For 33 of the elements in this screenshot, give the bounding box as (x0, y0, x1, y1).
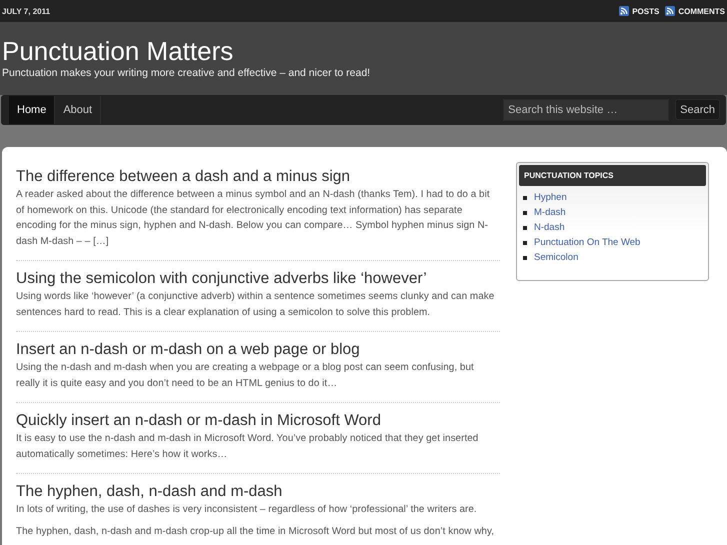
topic-link[interactable]: Punctuation On The Web (534, 237, 640, 248)
date-label: JULY 7, 2011 (2, 6, 50, 16)
rss-icon (619, 6, 630, 16)
post-excerpt: The hyphen, dash, n-dash and m-dash crop-up all the time in Microsoft Word but most of us don’t know why, (16, 524, 496, 538)
search-field[interactable]: Search this website … (503, 99, 670, 121)
bullet-icon (523, 226, 527, 230)
topic-link[interactable]: Hyphen (534, 192, 567, 203)
post-excerpt: A reader asked about the difference between a minus symbol and an N-dash (thanks Tem). I had to do a bit of homework on this. Unicode (the standard for electronically encoding text information) has separate encoding for the minus sign, hyphen and N-dash. Below you can compare… Symbol hyphen minus sign N-dash M-dash – – […] (16, 188, 491, 248)
post-excerpt: In lots of writing, the use of dashes is very inconsistent – regardless of how ‘professional’ the writers are. (16, 503, 478, 517)
site-tagline: Punctuation makes your writing more creative and effective – and nicer to read! (2, 66, 372, 80)
topic-link[interactable]: N-dash (534, 222, 565, 233)
nav-tab[interactable]: About (55, 96, 102, 124)
nav-tab[interactable]: Home (9, 96, 56, 124)
post-excerpt: It is easy to use the n-dash and m-dash in Microsoft Word. You’ve probably noticed that they get inserted automatically sometimes: Here’s how it works… (16, 432, 480, 462)
post-title-link[interactable]: Insert an n-dash or m-dash on a web page or blog (16, 340, 500, 360)
feed-link[interactable]: POSTS (632, 6, 660, 16)
site-title[interactable]: Punctuation Matters (2, 36, 725, 66)
post-title-link[interactable]: The difference between a dash and a minus sign (16, 167, 500, 187)
feed-link[interactable]: COMMENTS (678, 6, 725, 16)
post-title-link[interactable]: Using the semicolon with conjunctive adverbs like ‘however’ (16, 269, 500, 289)
post-excerpt: Using the n-dash and m-dash when you are creating a webpage or a blog post can seem confusing, but really it is quite easy and you don’t need to be an HTML genius to do it… (16, 361, 475, 390)
bullet-icon (523, 240, 527, 244)
topic-link[interactable]: M-dash (534, 207, 566, 218)
post-title-link[interactable]: The hyphen, dash, n-dash and m-dash (16, 482, 500, 502)
bullet-icon (523, 196, 527, 200)
bullet-icon (523, 256, 527, 260)
post-title-link[interactable]: Quickly insert an n-dash or m-dash in Microsoft Word (16, 411, 500, 431)
post-excerpt: Using words like ‘however’ (a conjunctive adverb) within a sentence sometimes seems clunky and can make sentences hard to read. This is a clear explanation of using a semicolon to solve this problem. (16, 290, 496, 320)
widget-title: PUNCTUATION TOPICS (519, 165, 706, 186)
rss-icon (665, 6, 676, 16)
search-button[interactable]: Search (675, 99, 720, 120)
topic-link[interactable]: Semicolon (534, 252, 578, 263)
bullet-icon (523, 210, 527, 214)
